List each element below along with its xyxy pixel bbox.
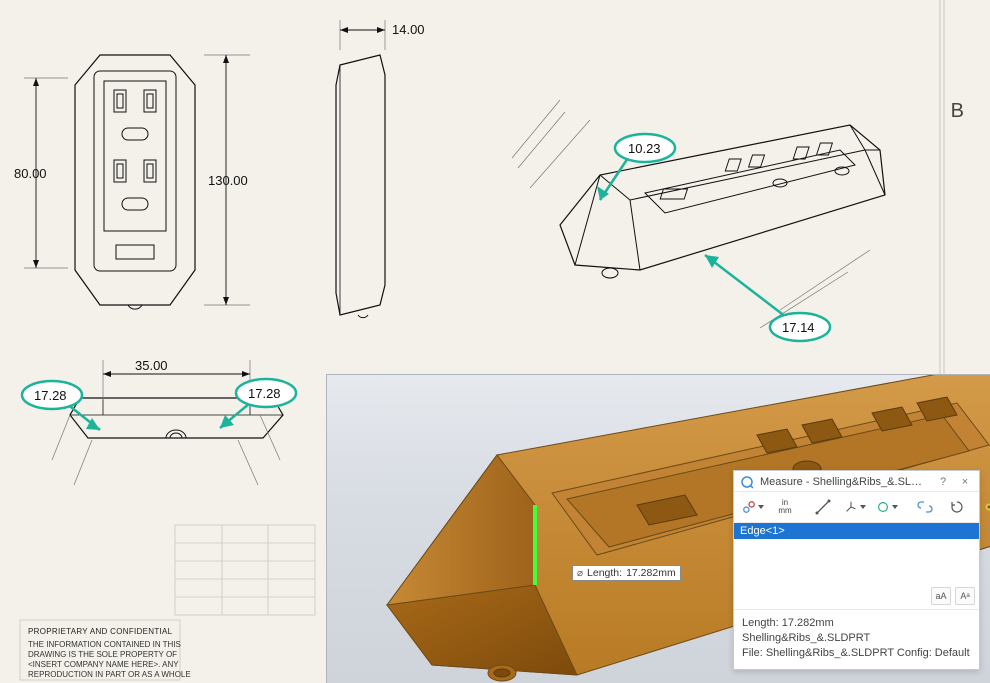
sensor-button[interactable] (974, 495, 990, 519)
titleblock-line: DRAWING IS THE SOLE PROPERTY OF (28, 650, 177, 659)
xyz-button[interactable] (840, 495, 870, 519)
callout-label: 17.14 (782, 320, 815, 335)
help-button[interactable]: ? (935, 476, 951, 488)
chevron-down-icon (758, 505, 764, 509)
close-button[interactable]: × (957, 476, 973, 488)
title-block: PROPRIETARY AND CONFIDENTIAL THE INFORMA… (20, 620, 191, 680)
titleblock-line: REPRODUCTION IN PART OR AS A WHOLE (28, 670, 191, 679)
selection-item[interactable]: Edge<1> (740, 525, 785, 537)
measure-toolbar: in mm (734, 492, 979, 523)
measure-title-text: Measure - Shelling&Ribs_&.SLDPRT (760, 476, 929, 488)
text-size-small-button[interactable]: aA (931, 587, 951, 605)
dim-label: 130.00 (208, 173, 248, 188)
titleblock-line: THE INFORMATION CONTAINED IN THIS (28, 640, 181, 649)
front-view (75, 55, 195, 309)
result-config-label: File: (742, 647, 763, 659)
result-length-label: Length: (742, 617, 779, 629)
measure-body: aA Aᵃ (734, 539, 979, 610)
measure-callout-value: 17.282mm (626, 567, 676, 579)
side-view (336, 55, 385, 318)
dim-label: 35.00 (135, 358, 168, 373)
text-size-large-button[interactable]: Aᵃ (955, 587, 975, 605)
callout-label: 17.28 (34, 388, 67, 403)
titleblock-line: <INSERT COMPANY NAME HERE>. ANY (28, 660, 179, 669)
result-config-value: Shelling&Ribs_&.SLDPRT Config: Default (766, 647, 970, 659)
selection-list[interactable]: Edge<1> (734, 523, 979, 539)
units-label: in mm (778, 499, 791, 515)
callout-label: 10.23 (628, 141, 661, 156)
measure-app-icon (740, 475, 754, 489)
measure-titlebar[interactable]: Measure - Shelling&Ribs_&.SLDPRT ? × (734, 471, 979, 492)
measure-window[interactable]: Measure - Shelling&Ribs_&.SLDPRT ? × in … (733, 470, 980, 670)
length-icon: ⌀ (577, 568, 583, 579)
measure-callout-label: Length: (587, 567, 622, 579)
measure-callout[interactable]: ⌀ Length: 17.282mm (572, 565, 681, 581)
chevron-down-icon (892, 505, 898, 509)
zone-letter: B (951, 100, 964, 123)
callout-label: 17.28 (248, 386, 281, 401)
titleblock-head: PROPRIETARY AND CONFIDENTIAL (28, 627, 173, 636)
result-length-value: 17.282mm (782, 617, 834, 629)
point-to-point-button[interactable] (808, 495, 838, 519)
chevron-down-icon (860, 505, 866, 509)
dim-label: 80.00 (14, 166, 47, 181)
result-file-value: Shelling&Ribs_&.SLDPRT (742, 632, 870, 644)
measure-results: Length: 17.282mm Shelling&Ribs_&.SLDPRT … (734, 610, 979, 669)
link-button[interactable] (910, 495, 940, 519)
arc-button[interactable] (872, 495, 902, 519)
select-mode-button[interactable] (738, 495, 768, 519)
history-button[interactable] (942, 495, 972, 519)
dim-label: 14.00 (392, 22, 425, 37)
units-button[interactable]: in mm (770, 495, 800, 519)
